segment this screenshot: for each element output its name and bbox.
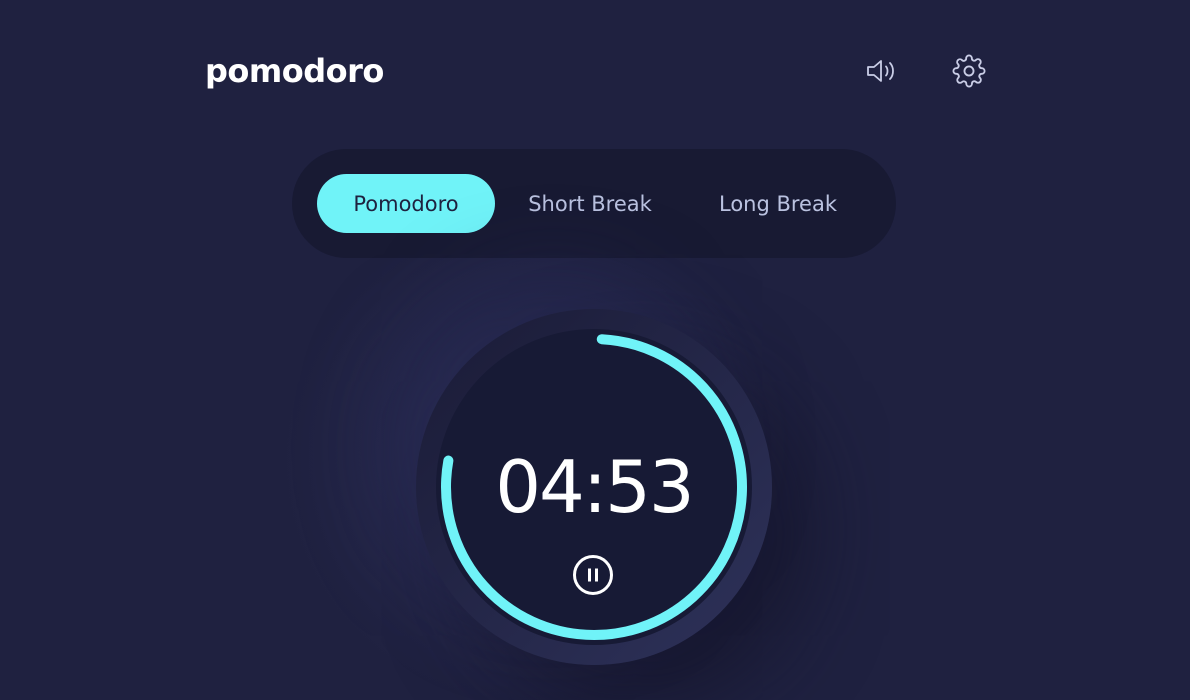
tab-pomodoro[interactable]: Pomodoro <box>317 174 495 233</box>
pause-icon <box>572 555 614 600</box>
speaker-icon <box>864 54 898 88</box>
sound-toggle-button[interactable] <box>864 54 898 88</box>
app-title: pomodoro <box>205 52 384 90</box>
settings-button[interactable] <box>952 54 986 88</box>
timer-dial: 04:53 <box>416 309 772 665</box>
pause-button[interactable] <box>572 554 614 596</box>
tab-short-break[interactable]: Short Break <box>506 174 674 233</box>
gear-icon <box>952 54 986 88</box>
timer-display: 04:53 <box>495 445 695 529</box>
tab-long-break[interactable]: Long Break <box>688 174 868 233</box>
mode-switcher: Pomodoro Short Break Long Break <box>292 149 896 258</box>
timer-face: 04:53 <box>436 329 752 645</box>
